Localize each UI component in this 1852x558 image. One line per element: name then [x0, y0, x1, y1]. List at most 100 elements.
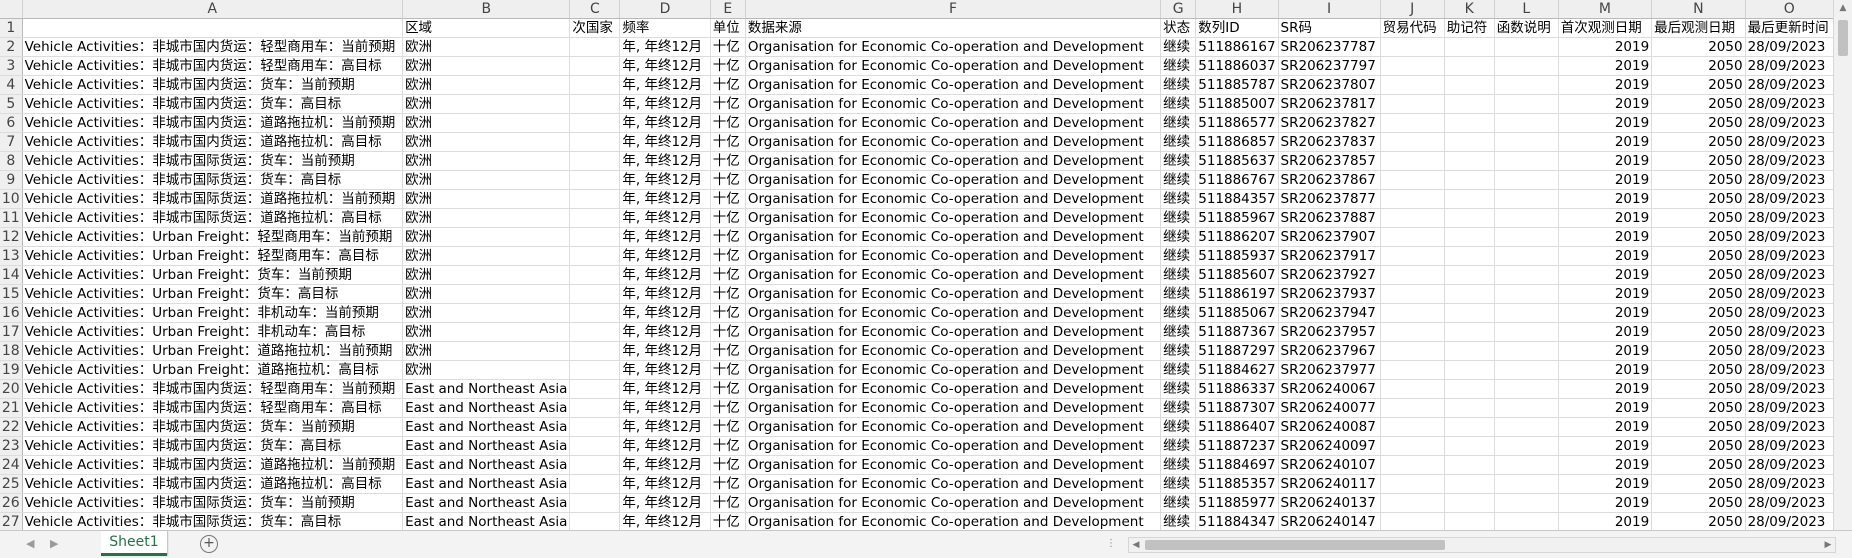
cell-d[interactable]: 年, 年终12月: [619, 455, 711, 475]
cell-m[interactable]: 首次观测日期: [1558, 18, 1653, 38]
cell-a[interactable]: Vehicle Activities：Urban Freight：轻型商用车：当…: [22, 227, 404, 247]
cell-d[interactable]: 年, 年终12月: [619, 170, 711, 190]
cell-d[interactable]: 年, 年终12月: [619, 246, 711, 266]
cell-c[interactable]: [569, 360, 621, 380]
cell-m[interactable]: 2019: [1558, 512, 1653, 530]
cell-l[interactable]: [1494, 94, 1559, 114]
cell-f[interactable]: Organisation for Economic Co-operation a…: [745, 303, 1162, 323]
cell-c[interactable]: [569, 132, 621, 152]
cell-n[interactable]: 2050: [1651, 56, 1746, 76]
cell-c[interactable]: [569, 151, 621, 171]
cell-o[interactable]: 28/09/2023: [1745, 398, 1834, 418]
row-header[interactable]: 12: [0, 227, 23, 247]
cell-d[interactable]: 年, 年终12月: [619, 360, 711, 380]
column-header-i[interactable]: I: [1278, 0, 1381, 19]
row-header[interactable]: 17: [0, 322, 23, 342]
cell-o[interactable]: 28/09/2023: [1745, 246, 1834, 266]
cell-h[interactable]: 511885937: [1195, 246, 1279, 266]
cell-g[interactable]: 继续: [1160, 512, 1197, 530]
cell-o[interactable]: 28/09/2023: [1745, 37, 1834, 57]
next-sheet-icon[interactable]: ▶: [50, 537, 58, 550]
cell-k[interactable]: [1444, 37, 1495, 57]
cell-h[interactable]: 511885787: [1195, 75, 1279, 95]
cell-m[interactable]: 2019: [1558, 113, 1653, 133]
row-header[interactable]: 5: [0, 94, 23, 114]
cell-f[interactable]: Organisation for Economic Co-operation a…: [745, 360, 1162, 380]
cell-k[interactable]: [1444, 208, 1495, 228]
cell-o[interactable]: 28/09/2023: [1745, 265, 1834, 285]
cell-c[interactable]: [569, 455, 621, 475]
cell-c[interactable]: [569, 512, 621, 530]
cell-j[interactable]: [1380, 75, 1445, 95]
cell-e[interactable]: 十亿: [710, 436, 746, 456]
cell-g[interactable]: 继续: [1160, 322, 1197, 342]
cell-d[interactable]: 年, 年终12月: [619, 113, 711, 133]
cell-n[interactable]: 2050: [1651, 398, 1746, 418]
cell-i[interactable]: SR206237917: [1278, 246, 1381, 266]
column-header-n[interactable]: N: [1651, 0, 1746, 19]
cell-m[interactable]: 2019: [1558, 132, 1653, 152]
cell-n[interactable]: 2050: [1651, 75, 1746, 95]
cell-o[interactable]: 28/09/2023: [1745, 360, 1834, 380]
cell-h[interactable]: 511886577: [1195, 113, 1279, 133]
cell-h[interactable]: 数列ID: [1195, 18, 1279, 38]
cell-g[interactable]: 继续: [1160, 417, 1197, 437]
cell-b[interactable]: 欧洲: [402, 132, 571, 152]
cell-h[interactable]: 511886037: [1195, 56, 1279, 76]
cell-l[interactable]: [1494, 398, 1559, 418]
cell-f[interactable]: Organisation for Economic Co-operation a…: [745, 379, 1162, 399]
cell-a[interactable]: Vehicle Activities：非城市国内货运：道路拖拉机：当前预期: [22, 455, 404, 475]
cell-b[interactable]: 欧洲: [402, 37, 571, 57]
cell-a[interactable]: Vehicle Activities：非城市国际货运：道路拖拉机：高目标: [22, 208, 404, 228]
cell-h[interactable]: 511887367: [1195, 322, 1279, 342]
cell-h[interactable]: 511885977: [1195, 493, 1279, 513]
cell-b[interactable]: 欧洲: [402, 265, 571, 285]
cell-f[interactable]: Organisation for Economic Co-operation a…: [745, 493, 1162, 513]
cell-o[interactable]: 28/09/2023: [1745, 113, 1834, 133]
cell-o[interactable]: 最后更新时间: [1745, 18, 1834, 38]
row-header[interactable]: 19: [0, 360, 23, 380]
cell-c[interactable]: [569, 284, 621, 304]
cell-j[interactable]: [1380, 37, 1445, 57]
cell-g[interactable]: 继续: [1160, 170, 1197, 190]
cell-n[interactable]: 最后观测日期: [1651, 18, 1746, 38]
cell-b[interactable]: East and Northeast Asia: [402, 417, 571, 437]
row-header[interactable]: 2: [0, 37, 23, 57]
cell-n[interactable]: 2050: [1651, 113, 1746, 133]
cell-b[interactable]: 欧洲: [402, 246, 571, 266]
cell-i[interactable]: SR206240107: [1278, 455, 1381, 475]
cell-i[interactable]: SR206240147: [1278, 512, 1381, 530]
cell-a[interactable]: Vehicle Activities：非城市国内货运：道路拖拉机：当前预期: [22, 113, 404, 133]
cell-a[interactable]: Vehicle Activities：非城市国内货运：轻型商用车：当前预期: [22, 37, 404, 57]
cell-j[interactable]: [1380, 246, 1445, 266]
cell-a[interactable]: Vehicle Activities：Urban Freight：货车：高目标: [22, 284, 404, 304]
cell-j[interactable]: [1380, 303, 1445, 323]
cell-i[interactable]: SR码: [1278, 18, 1381, 38]
cell-o[interactable]: 28/09/2023: [1745, 341, 1834, 361]
cell-a[interactable]: Vehicle Activities：Urban Freight：货车：当前预期: [22, 265, 404, 285]
cell-j[interactable]: [1380, 113, 1445, 133]
cell-j[interactable]: [1380, 322, 1445, 342]
cell-l[interactable]: [1494, 208, 1559, 228]
cell-b[interactable]: 欧洲: [402, 284, 571, 304]
cell-f[interactable]: Organisation for Economic Co-operation a…: [745, 341, 1162, 361]
cell-o[interactable]: 28/09/2023: [1745, 132, 1834, 152]
cell-g[interactable]: 继续: [1160, 208, 1197, 228]
cell-i[interactable]: SR206237787: [1278, 37, 1381, 57]
cell-f[interactable]: Organisation for Economic Co-operation a…: [745, 75, 1162, 95]
scroll-right-icon[interactable]: ▶: [1822, 538, 1834, 552]
cell-j[interactable]: [1380, 379, 1445, 399]
cell-n[interactable]: 2050: [1651, 360, 1746, 380]
cell-g[interactable]: 继续: [1160, 94, 1197, 114]
cell-d[interactable]: 年, 年终12月: [619, 75, 711, 95]
cell-i[interactable]: SR206237817: [1278, 94, 1381, 114]
cell-n[interactable]: 2050: [1651, 37, 1746, 57]
cell-m[interactable]: 2019: [1558, 37, 1653, 57]
cell-k[interactable]: [1444, 56, 1495, 76]
cell-l[interactable]: [1494, 170, 1559, 190]
cell-l[interactable]: [1494, 341, 1559, 361]
cell-k[interactable]: [1444, 303, 1495, 323]
cell-g[interactable]: 继续: [1160, 341, 1197, 361]
cell-o[interactable]: 28/09/2023: [1745, 284, 1834, 304]
cell-g[interactable]: 继续: [1160, 75, 1197, 95]
